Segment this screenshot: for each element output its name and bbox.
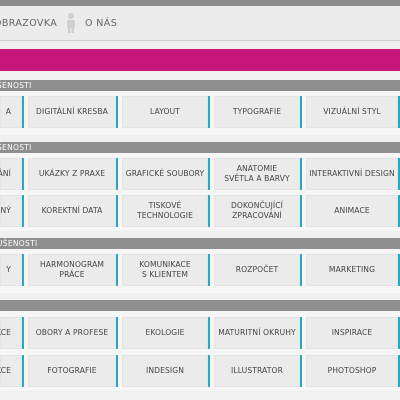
topic-tile-label: ILLUSTRATOR [231, 366, 283, 375]
topic-tile[interactable]: INSPIRACE [306, 317, 400, 349]
section-header: ŠENOSTI [0, 142, 400, 153]
person-icon [67, 13, 75, 33]
topic-tile[interactable]: DOKONČUJÍCÍ ZPRACOVÁNÍ [214, 195, 302, 227]
topic-tile-label: OVÁNÍ [0, 169, 11, 178]
topic-tile[interactable]: OVÁNÍ [0, 158, 24, 190]
topic-tile[interactable]: UKÁZKY Z PRAXE [28, 158, 118, 190]
topic-tile[interactable]: GRAFICKÉ SOUBORY [122, 158, 210, 190]
topic-tile[interactable]: FOTOGRAFIE [28, 355, 118, 387]
topic-tile-label: DIGITÁLNÍ KRESBA [36, 107, 108, 116]
topic-tile[interactable]: TYPOGRAFIE [214, 96, 302, 128]
topic-tile-label: HARMONOGRAM PRÁCE [39, 260, 105, 279]
topic-tile[interactable]: IKCE [0, 355, 24, 387]
topic-tile[interactable]: KOMUNIKACE S KLIENTEM [122, 254, 210, 286]
topic-tile-label: OBORY A PROFESE [35, 328, 109, 337]
topic-tile[interactable]: Y [0, 254, 24, 286]
topic-tile[interactable]: INTERAKTIVNÍ DESIGN [306, 158, 400, 190]
topic-tile-label: ANATOMIE SVĚTLA A BARVY [224, 164, 290, 183]
topic-tile[interactable]: OBORY A PROFESE [28, 317, 118, 349]
topic-tile[interactable]: ILLUSTRATOR [214, 355, 302, 387]
topic-tile[interactable]: MATURITNÍ OKRUHY [214, 317, 302, 349]
topic-tile-label: IKCE [0, 366, 11, 375]
topic-tile[interactable]: ANATOMIE SVĚTLA A BARVY [214, 158, 302, 190]
topic-tile[interactable]: EKOLOGIE [122, 317, 210, 349]
topic-tile-label: LAYOUT [149, 107, 180, 116]
topic-tile-label: MARKETING [328, 265, 376, 274]
topic-tile-label: TYPOGRAFIE [232, 107, 282, 116]
topic-tile-label: Y [6, 265, 11, 274]
main-navigation: OBRAZOVKA O NÁS [0, 6, 400, 41]
topic-tile-label: EKOLOGIE [145, 328, 185, 337]
section-header: ŠENOSTI [0, 80, 400, 91]
topic-tile[interactable]: LAYOUT [122, 96, 210, 128]
topic-tile-label: A [5, 107, 11, 116]
topic-tile-label: KOREKTNÍ DATA [41, 206, 103, 215]
topic-tile[interactable]: HARMONOGRAM PRÁCE [28, 254, 118, 286]
topic-tile[interactable]: TISKOVÉ TECHNOLOGIE [122, 195, 210, 227]
topic-tile[interactable]: ANIMACE [306, 195, 400, 227]
topic-tile[interactable]: KOREKTNÍ DATA [28, 195, 118, 227]
topic-tile-label: DOKONČUJÍCÍ ZPRACOVÁNÍ [230, 201, 284, 220]
nav-item-label: O NÁS [85, 17, 118, 29]
topic-tile-label: INTERAKTIVNÍ DESIGN [309, 169, 395, 178]
nav-item-o-nas[interactable]: O NÁS [85, 6, 117, 40]
topic-tile[interactable]: A [0, 96, 24, 128]
topic-tile-label: IKCE [0, 328, 11, 337]
topic-tile[interactable]: IKCE [0, 317, 24, 349]
topic-tile-label: ANIMACE [334, 206, 370, 215]
topic-tile[interactable]: MARKETING [306, 254, 400, 286]
topic-tile-label: UKÁZKY Z PRAXE [38, 169, 106, 178]
topic-tile[interactable]: ENÝ [0, 195, 24, 227]
topic-tile[interactable]: VIZUÁLNÍ STYL [306, 96, 400, 128]
topic-tile[interactable]: INDESIGN [122, 355, 210, 387]
topic-tile-label: INSPIRACE [331, 328, 373, 337]
topic-tile-label: TISKOVÉ TECHNOLOGIE [136, 201, 194, 220]
topic-tile-label: ENÝ [0, 206, 11, 215]
nav-item-obrazovka[interactable]: OBRAZOVKA [0, 6, 57, 40]
topic-tile-label: KOMUNIKACE S KLIENTEM [139, 260, 191, 279]
topic-tile-label: ROZPOČET [235, 265, 279, 274]
section-header: UŠENOSTI [0, 238, 400, 249]
section-header [0, 300, 400, 311]
topic-tile[interactable]: ROZPOČET [214, 254, 302, 286]
topic-tile-label: FOTOGRAFIE [47, 366, 97, 375]
topic-tile-label: GRAFICKÉ SOUBORY [125, 169, 205, 178]
topic-tile-label: PHOTOSHOP [327, 366, 377, 375]
accent-banner [0, 49, 400, 71]
topic-tile-label: INDESIGN [146, 366, 184, 375]
topic-tile-label: MATURITNÍ OKRUHY [218, 328, 296, 337]
topic-tile[interactable]: DIGITÁLNÍ KRESBA [28, 96, 118, 128]
nav-item-label: OBRAZOVKA [0, 17, 58, 29]
topic-tile[interactable]: PHOTOSHOP [306, 355, 400, 387]
topic-tile-label: VIZUÁLNÍ STYL [323, 107, 381, 116]
